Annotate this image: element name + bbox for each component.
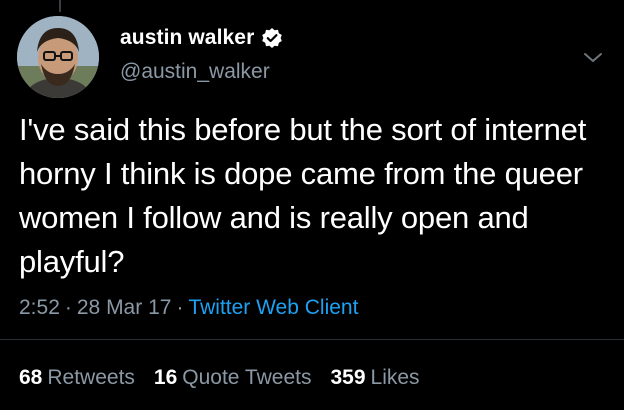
quote-tweets-count: 16 [153, 366, 178, 389]
meta-separator: · [176, 296, 184, 319]
author-name-row: austin walker [120, 26, 283, 50]
author-handle[interactable]: @austin_walker [120, 60, 270, 84]
likes-label: Likes [370, 366, 420, 389]
quote-tweets-label: Quote Tweets [182, 366, 312, 389]
retweets-label: Retweets [47, 366, 135, 389]
chevron-down-icon[interactable] [580, 48, 606, 68]
retweets-count: 68 [19, 366, 43, 389]
avatar-image [17, 16, 99, 98]
author-display-name[interactable]: austin walker [120, 26, 254, 50]
tweet-stats: 68 Retweets 16 Quote Tweets 359 Likes [19, 366, 420, 390]
tweet-date[interactable]: 28 Mar 17 [77, 296, 172, 319]
likes-stat[interactable]: 359 Likes [330, 366, 419, 390]
divider [0, 339, 624, 340]
tweet-client-link[interactable]: Twitter Web Client [188, 296, 358, 319]
retweets-stat[interactable]: 68 Retweets [19, 366, 135, 390]
meta-separator: · [64, 296, 72, 319]
likes-count: 359 [330, 366, 366, 389]
tweet-text: I've said this before but the sort of in… [19, 112, 587, 279]
quote-tweets-stat[interactable]: 16 Quote Tweets [154, 366, 312, 390]
avatar[interactable] [17, 16, 99, 98]
verified-badge-icon [261, 27, 283, 49]
tweet-time[interactable]: 2:52 [19, 296, 60, 319]
tweet-meta: 2:52 · 28 Mar 17 · Twitter Web Client [19, 296, 358, 320]
thread-line [59, 0, 61, 12]
